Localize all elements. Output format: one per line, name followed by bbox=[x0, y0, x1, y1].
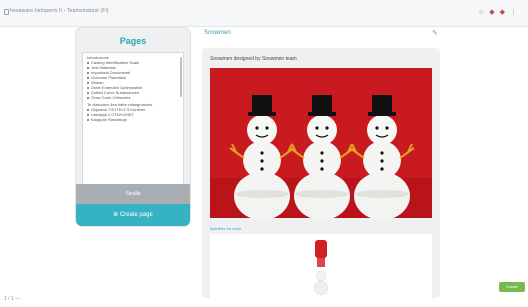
pages-sidebar: Pages Introduzione Casting Identification… bbox=[76, 28, 190, 226]
url-text[interactable]: hexaware.tietoperm.fi › Teamsmatsat (Fi) bbox=[10, 8, 109, 14]
browser-toolbar: ☆ ◆ ◆ ⋮ bbox=[478, 8, 520, 16]
lock-icon bbox=[4, 9, 9, 15]
edit-icon[interactable]: ✎ bbox=[432, 29, 438, 37]
extension-icon[interactable]: ◆ bbox=[489, 8, 494, 16]
sidebar-group-label: Te clasoiazo 4ea hafre ralangrunioes bbox=[87, 102, 153, 107]
image-caption: Snowmen designed by Snowmen team bbox=[210, 56, 297, 62]
create-page-button[interactable]: ⊕ Create page bbox=[76, 204, 190, 226]
sidebar-group-label: Introduzione bbox=[87, 55, 110, 60]
menu-icon[interactable]: ⋮ bbox=[510, 8, 517, 16]
thumbnail-link[interactable]: Add files for more bbox=[210, 226, 241, 231]
create-badge[interactable]: Create bbox=[499, 282, 525, 292]
page-title: Snowmen bbox=[204, 30, 231, 36]
sidebar-page-link[interactable]: Grow Color Cellsocies bbox=[83, 95, 183, 100]
extension-icon-2[interactable]: ◆ bbox=[500, 8, 505, 16]
thumbnail-preview[interactable] bbox=[210, 234, 432, 298]
address-bar: hexaware.tietoperm.fi › Teamsmatsat (Fi)… bbox=[0, 0, 528, 27]
sidebar-title: Pages bbox=[119, 36, 147, 46]
sidebar-page-link[interactable]: Kauppan Raelaisupi bbox=[83, 117, 183, 122]
secondary-button[interactable]: Sinulle bbox=[76, 184, 190, 204]
star-icon[interactable]: ☆ bbox=[478, 8, 484, 16]
snowmen-photo bbox=[210, 68, 432, 218]
page-indicator: 1 / 1 — bbox=[4, 296, 21, 302]
content-card: Snowmen designed by Snowmen team Add fil… bbox=[202, 48, 440, 298]
pages-list[interactable]: Introduzione Casting Identification Scale… bbox=[82, 52, 184, 204]
page-header: Snowmen ✎ bbox=[202, 28, 440, 42]
